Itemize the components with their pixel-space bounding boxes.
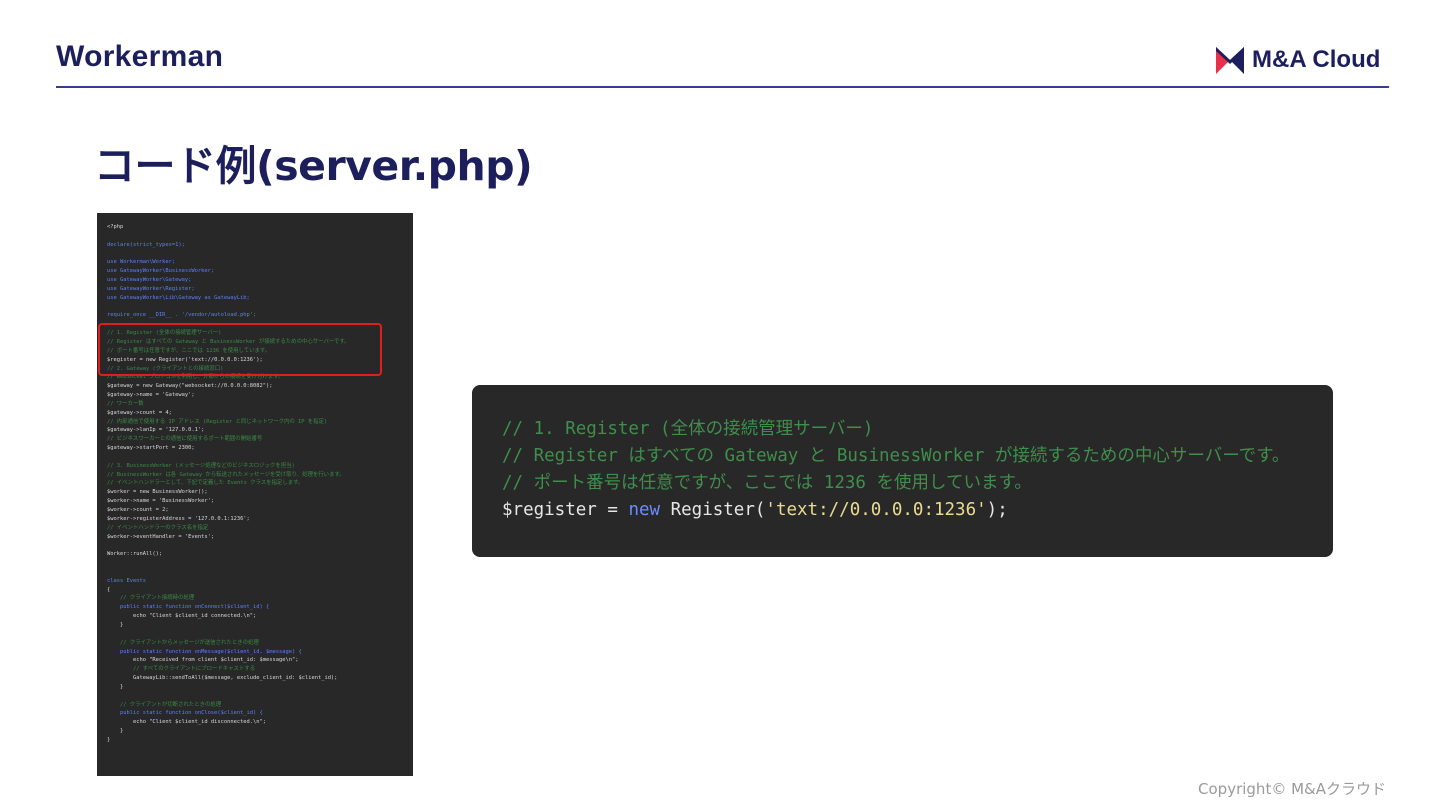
code-line: // BusinessWorker は各 Gateway から転送されたメッセー…: [107, 471, 345, 478]
code-line: // クライアントが切断されたときの処理: [107, 701, 222, 708]
code-line: public static function onMessage($client…: [107, 648, 302, 655]
code-line: require_once __DIR__ . '/vendor/autoload…: [107, 312, 257, 319]
code-line: // クライアント接続時の処理: [107, 595, 195, 602]
code-end: );: [986, 500, 1008, 520]
code-line: GatewayLib::sendToAll($message, exclude_…: [107, 675, 338, 682]
code-line: {: [107, 586, 111, 593]
code-line: $gateway->count = 4;: [107, 409, 172, 416]
zoom-comment-line: // Register はすべての Gateway と BusinessWork…: [502, 446, 1290, 466]
code-line: $worker->registerAddress = '127.0.0.1:12…: [107, 515, 250, 522]
code-line: echo "Client $client_id disconnected.\n"…: [107, 719, 267, 726]
code-line: use GatewayWorker\Lib\Gateway as Gateway…: [107, 294, 250, 301]
code-line: use GatewayWorker\Gateway;: [107, 277, 192, 284]
code-line: echo "Client $client_id connected.\n";: [107, 613, 257, 620]
code-line: }: [107, 736, 111, 743]
code-line: // すべてのクライアントにブロードキャストする: [107, 666, 256, 673]
header-title: Workerman: [56, 40, 224, 73]
zoom-comment-line: // ポート番号は任意ですが、ここでは 1236 を使用しています。: [502, 473, 1032, 493]
code-line: $worker->name = 'BusinessWorker';: [107, 498, 215, 505]
code-line: // ワーカー数: [107, 400, 144, 407]
code-line: public static function onConnect($client…: [107, 604, 270, 611]
code-line: }: [107, 621, 124, 628]
code-line: <?php: [107, 224, 124, 230]
logo-text: M&A Cloud: [1252, 46, 1381, 73]
full-code-screenshot: <?php declare(strict_types=1);use Workerm…: [97, 213, 413, 776]
code-line: // 内部通信で使用する IP アドレス (Register と同じネットワーク…: [107, 418, 328, 425]
register-highlight-box: [98, 323, 382, 376]
code-line: use GatewayWorker\BusinessWorker;: [107, 268, 215, 275]
zoomed-code-block: // 1. Register (全体の接続管理サーバー) // Register…: [472, 385, 1333, 557]
code-line: // イベントハンドラーとして、下記で定義した Events クラスを指定します…: [107, 480, 304, 487]
code-keyword: new: [628, 500, 661, 520]
code-line: // ビジネスワーカーとの通信に使用するポート範囲の開始番号: [107, 436, 263, 443]
code-line: public static function onClose($client_i…: [107, 710, 263, 717]
ma-logo-icon: [1216, 46, 1244, 74]
brand-logo: M&A Cloud: [1216, 45, 1380, 75]
code-line: // イベントハンドラーのクラス名を指定: [107, 524, 209, 531]
code-line: use GatewayWorker\Register;: [107, 285, 195, 292]
code-variable: $register =: [502, 500, 629, 520]
code-line: $gateway = new Gateway("websocket://0.0.…: [107, 383, 273, 390]
code-line: $worker->count = 2;: [107, 507, 169, 513]
code-line: class Events: [107, 577, 146, 584]
code-line: Worker::runAll();: [107, 551, 163, 558]
code-line: $worker = new BusinessWorker();: [107, 489, 208, 496]
code-line: declare(strict_types=1);: [107, 241, 185, 248]
code-string: 'text://0.0.0.0:1236': [765, 500, 987, 520]
zoom-code-line: $register = new Register('text://0.0.0.0…: [502, 497, 1333, 524]
code-line: $gateway->startPort = 2300;: [107, 445, 195, 452]
code-call: Register(: [660, 500, 766, 520]
code-line: // クライアントからメッセージが送信されたときの処理: [107, 639, 259, 646]
code-line: echo "Received from client $client_id: $…: [107, 657, 299, 664]
code-line: $gateway->name = 'Gateway';: [107, 392, 195, 399]
slide-title: コード例(server.php): [94, 142, 533, 190]
header-divider: [56, 86, 1389, 88]
code-line: use Workerman\Worker;: [107, 259, 176, 266]
copyright-text: Copyright© M&Aクラウド: [1198, 780, 1386, 798]
code-line: }: [107, 728, 124, 735]
code-line: $gateway->lanIp = '127.0.0.1';: [107, 427, 205, 434]
code-line: // 3. BusinessWorker (メッセージ処理などのビジネスロジック…: [107, 462, 295, 469]
code-line: }: [107, 683, 124, 690]
zoom-comment-line: // 1. Register (全体の接続管理サーバー): [502, 419, 874, 439]
code-line: $worker->eventHandler = 'Events';: [107, 533, 215, 540]
